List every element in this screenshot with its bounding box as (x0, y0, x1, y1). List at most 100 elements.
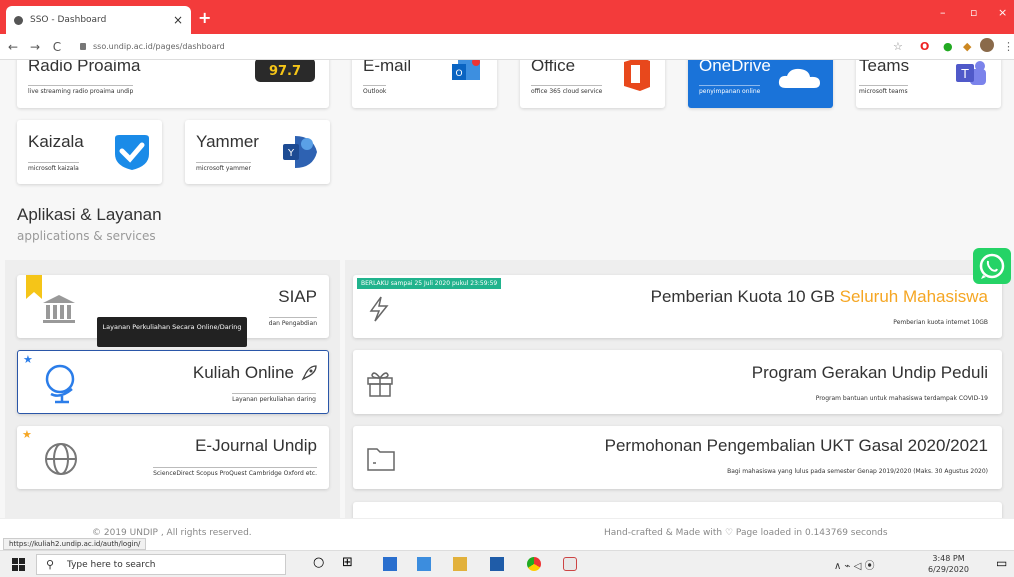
url-field[interactable]: sso.undip.ac.id/pages/dashboard (80, 42, 225, 51)
page-content: Radio Proaima live streaming radio proai… (0, 60, 1014, 550)
news-card-ukt[interactable]: Permohonan Pengembalian UKT Gasal 2020/2… (353, 426, 1002, 489)
whatsapp-icon (979, 253, 1005, 279)
app-subtitle: microsoft kaizala (28, 162, 79, 172)
news-title-highlight: Seluruh Mahasiswa (839, 287, 988, 306)
gift-icon (367, 372, 393, 397)
service-subtitle: Layanan perkuliahan daring (232, 393, 316, 403)
news-title: Permohonan Pengembalian UKT Gasal 2020/2… (604, 436, 988, 455)
service-title: SIAP (278, 287, 317, 306)
system-tray-icons[interactable]: ∧ ⌁ ◁ ⦿ (834, 557, 875, 572)
app-card-teams[interactable]: Teams microsoft teams T (856, 60, 1001, 108)
bookmark-star-icon[interactable]: ☆ (893, 40, 903, 53)
maximize-button[interactable]: ▫ (970, 6, 977, 19)
windows-taskbar: ⚲ Type here to search ○ ⊞ ∧ ⌁ ◁ ⦿ 3:48 P… (0, 550, 1014, 577)
folder-icon (367, 448, 395, 471)
news-title: Program Gerakan Undip Peduli (751, 363, 988, 382)
extension-icon[interactable]: ● (943, 40, 953, 53)
app-card-radio[interactable]: Radio Proaima live streaming radio proai… (17, 60, 329, 108)
tooltip: Layanan Perkuliahan Secara Online/Daring (97, 317, 247, 347)
svg-text:T: T (960, 67, 969, 81)
minimize-button[interactable]: – (940, 6, 946, 19)
page-load-info: Hand-crafted & Made with ♡ Page loaded i… (604, 528, 888, 538)
svg-text:O: O (455, 69, 462, 79)
profile-avatar[interactable] (980, 38, 994, 52)
browser-tab[interactable]: SSO - Dashboard × (6, 6, 191, 34)
cortana-icon[interactable]: ○ (313, 555, 324, 570)
teams-icon: T (956, 61, 986, 85)
favorite-star-icon[interactable]: ★ (23, 353, 33, 366)
taskbar-clock[interactable]: 3:48 PM 6/29/2020 (928, 553, 969, 575)
news-subtitle: Program bantuan untuk mahasiswa terdampa… (815, 395, 988, 402)
clock-date: 6/29/2020 (928, 565, 970, 574)
globe-grid-icon (45, 443, 77, 475)
deadline-badge: BERLAKU sampai 25 Juli 2020 pukul 23:59:… (357, 278, 502, 289)
app-title: Kaizala (28, 132, 84, 151)
app-subtitle: microsoft yammer (196, 162, 251, 172)
file-explorer-icon[interactable] (453, 557, 467, 571)
kaizala-icon (115, 135, 149, 170)
address-bar: ← → C sso.undip.ac.id/pages/dashboard (0, 34, 1014, 60)
svg-text:97.7: 97.7 (269, 64, 301, 79)
onedrive-cloud-icon (778, 68, 820, 88)
svg-text:Y: Y (287, 148, 295, 159)
radio-logo-icon: 97.7 (255, 60, 315, 82)
service-card-kuliah-online[interactable]: ★ Kuliah Online Layanan perkuliahan dari… (17, 350, 329, 414)
notification-icon[interactable]: ▭ (996, 556, 1007, 570)
service-title: Kuliah Online (192, 363, 294, 382)
opera-extension-icon[interactable]: O (920, 40, 929, 53)
section-title: Aplikasi & Layanan (17, 205, 162, 224)
news-subtitle: Pemberian kuota internet 10GB (893, 319, 988, 326)
service-subtitle: dan Pengabdian (268, 317, 317, 327)
office-icon (624, 60, 650, 91)
windows-start-icon[interactable] (12, 558, 26, 572)
reload-button[interactable]: C (48, 40, 66, 54)
app-subtitle: office 365 cloud service (531, 85, 603, 95)
link-status-url: https://kuliah2.undip.ac.id/auth/login/ (3, 538, 147, 550)
app-title: Radio Proaima (28, 60, 141, 75)
news-subtitle: Bagi mahasiswa yang lulus pada semester … (727, 468, 988, 475)
app-title: Teams (859, 60, 910, 75)
app-subtitle: live streaming radio proaima undip (28, 85, 134, 95)
app-card-onedrive[interactable]: OneDrive penyimpanan online (688, 60, 833, 108)
app-title: Yammer (196, 132, 259, 151)
clock-time: 3:48 PM (932, 554, 965, 563)
new-tab-button[interactable]: + (198, 8, 211, 27)
news-title-text: Pemberian Kuota 10 GB (650, 287, 835, 306)
extension-icon[interactable]: ◆ (963, 40, 971, 53)
service-card-ejournal[interactable]: ★ E-Journal Undip ScienceDirect Scopus P… (17, 426, 329, 489)
news-card-undip-peduli[interactable]: Program Gerakan Undip Peduli Program ban… (353, 350, 1002, 414)
app-card-office[interactable]: Office office 365 cloud service (520, 60, 665, 108)
service-subtitle: ScienceDirect Scopus ProQuest Cambridge … (153, 467, 317, 477)
taskbar-search-placeholder: Type here to search (67, 559, 156, 570)
whatsapp-button[interactable] (973, 248, 1011, 284)
taskbar-search-input[interactable]: ⚲ Type here to search (36, 554, 286, 575)
forward-button[interactable]: → (26, 40, 44, 54)
task-view-icon[interactable]: ⊞ (342, 555, 353, 570)
calendar-app-icon[interactable] (383, 557, 397, 571)
photos-app-icon[interactable] (417, 557, 431, 571)
yammer-icon: Y (283, 136, 317, 168)
browser-tab-bar: SSO - Dashboard × + – ▫ × (0, 0, 1014, 34)
lock-icon (80, 43, 86, 50)
snipping-tool-icon[interactable] (563, 557, 577, 571)
institution-building-icon (43, 295, 75, 323)
app-card-email[interactable]: E-mail Outlook O (352, 60, 497, 108)
app-card-yammer[interactable]: Yammer microsoft yammer Y (185, 120, 330, 184)
rocket-icon (301, 365, 317, 381)
page-footer: © 2019 UNDIP , All rights reserved. Hand… (0, 518, 1014, 550)
globe-icon (45, 364, 75, 404)
favicon-icon (14, 15, 23, 25)
chrome-app-icon[interactable] (527, 557, 541, 571)
section-subtitle: applications & services (17, 229, 156, 243)
copyright-text: © 2019 UNDIP , All rights reserved. (92, 528, 252, 538)
tab-close-icon[interactable]: × (173, 13, 183, 27)
favorite-star-icon[interactable]: ★ (22, 428, 32, 441)
search-icon: ⚲ (46, 558, 55, 571)
back-button[interactable]: ← (4, 40, 22, 54)
browser-menu-icon[interactable]: ⋮ (1003, 40, 1014, 53)
close-window-button[interactable]: × (998, 6, 1007, 19)
url-text: sso.undip.ac.id/pages/dashboard (93, 42, 225, 51)
news-card-kuota[interactable]: BERLAKU sampai 25 Juli 2020 pukul 23:59:… (353, 275, 1002, 338)
outlook-app-icon[interactable] (490, 557, 504, 571)
app-card-kaizala[interactable]: Kaizala microsoft kaizala (17, 120, 162, 184)
